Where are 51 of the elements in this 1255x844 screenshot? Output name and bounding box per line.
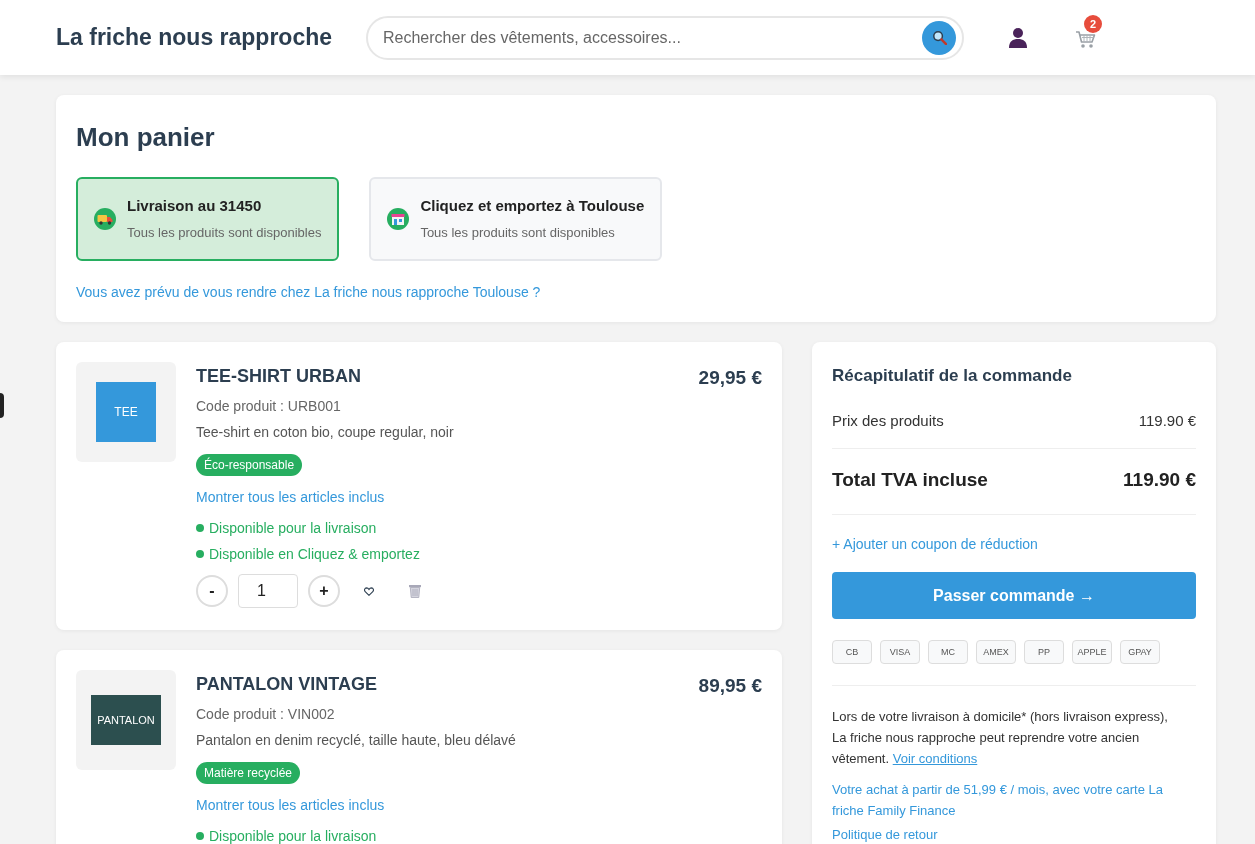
subtotal-value: 119.90 € (1138, 411, 1196, 431)
payment-method-chip: PP (1024, 640, 1064, 664)
payment-method-chip: AMEX (976, 640, 1016, 664)
product-code: Code produit : VIN002 (196, 705, 335, 724)
product-price: 89,95 € (698, 674, 762, 698)
page-title: Mon panier (76, 121, 216, 154)
heart-icon[interactable] (364, 586, 374, 596)
availability-text: Disponible pour la livraison (209, 519, 377, 538)
availability-text: Disponible pour la livraison (209, 827, 377, 844)
option-title: Cliquez et emportez à Toulouse (420, 196, 645, 216)
product-code: Code produit : URB001 (196, 397, 341, 416)
decrease-button[interactable]: - (196, 575, 228, 607)
product-description: Tee-shirt en coton bio, coupe regular, noir (196, 423, 454, 442)
search-field[interactable]: Rechercher des vêtements, accessoires... (366, 15, 964, 60)
store-icon (387, 208, 410, 230)
payment-method-chip: VISA (880, 640, 920, 664)
edge-tab[interactable] (0, 393, 4, 418)
option-subtitle: Tous les produits sont disponibles (127, 224, 322, 242)
cart-count-badge: 2 (1084, 15, 1102, 33)
availability-text: Disponible en Cliquez & emportez (209, 545, 420, 564)
option-title: Livraison au 31450 (127, 196, 263, 216)
cart-icon[interactable] (1075, 30, 1097, 49)
product-name[interactable]: PANTALON VINTAGE (196, 670, 377, 702)
status-dot-icon (196, 550, 204, 558)
product-price: 29,95 € (698, 366, 762, 390)
payment-method-chip: GPAY (1120, 640, 1160, 664)
product-description: Pantalon en denim recyclé, taille haute, bleu délavé (196, 731, 516, 750)
total-value: 119.90 € (1123, 468, 1196, 492)
eco-tag: Matière recyclée (196, 762, 301, 784)
user-icon[interactable] (1008, 27, 1028, 48)
total-label: Total TVA incluse (832, 468, 988, 492)
takeback-text: Lors de votre livraison à domicile* (hors livraison express), La friche nous rapproche peut reprendre votre ancien vêtement. Voir conditions (832, 708, 1169, 768)
payment-method-chip: MC (928, 640, 968, 664)
truck-icon (94, 208, 116, 230)
quantity-field[interactable]: 1 (238, 574, 298, 608)
thumbnail-label: PANTALON (97, 714, 155, 726)
option-subtitle: Tous les produits sont disponibles (420, 224, 616, 242)
payment-method-chip: APPLE (1072, 640, 1112, 664)
site-logo[interactable]: La friche nous rapproche (56, 24, 333, 50)
status-dot-icon (196, 832, 204, 840)
subtotal-label: Prix des produits (832, 411, 944, 431)
product-name[interactable]: TEE-SHIRT URBAN (196, 362, 361, 394)
payment-method-chip: CB (832, 640, 872, 664)
status-dot-icon (196, 524, 204, 532)
increase-button[interactable]: + (308, 575, 340, 607)
delivery-option[interactable]: Livraison au 31450 Tous les produits sont disponibles (76, 177, 340, 261)
delivery-option[interactable]: Cliquez et emportez à Toulouse Tous les produits sont disponibles (369, 177, 663, 261)
summary-title: Récapitulatif de la commande (832, 365, 1073, 387)
search-icon (931, 30, 947, 45)
eco-tag: Éco-responsable (196, 454, 303, 476)
thumbnail-label: TEE (114, 405, 138, 419)
